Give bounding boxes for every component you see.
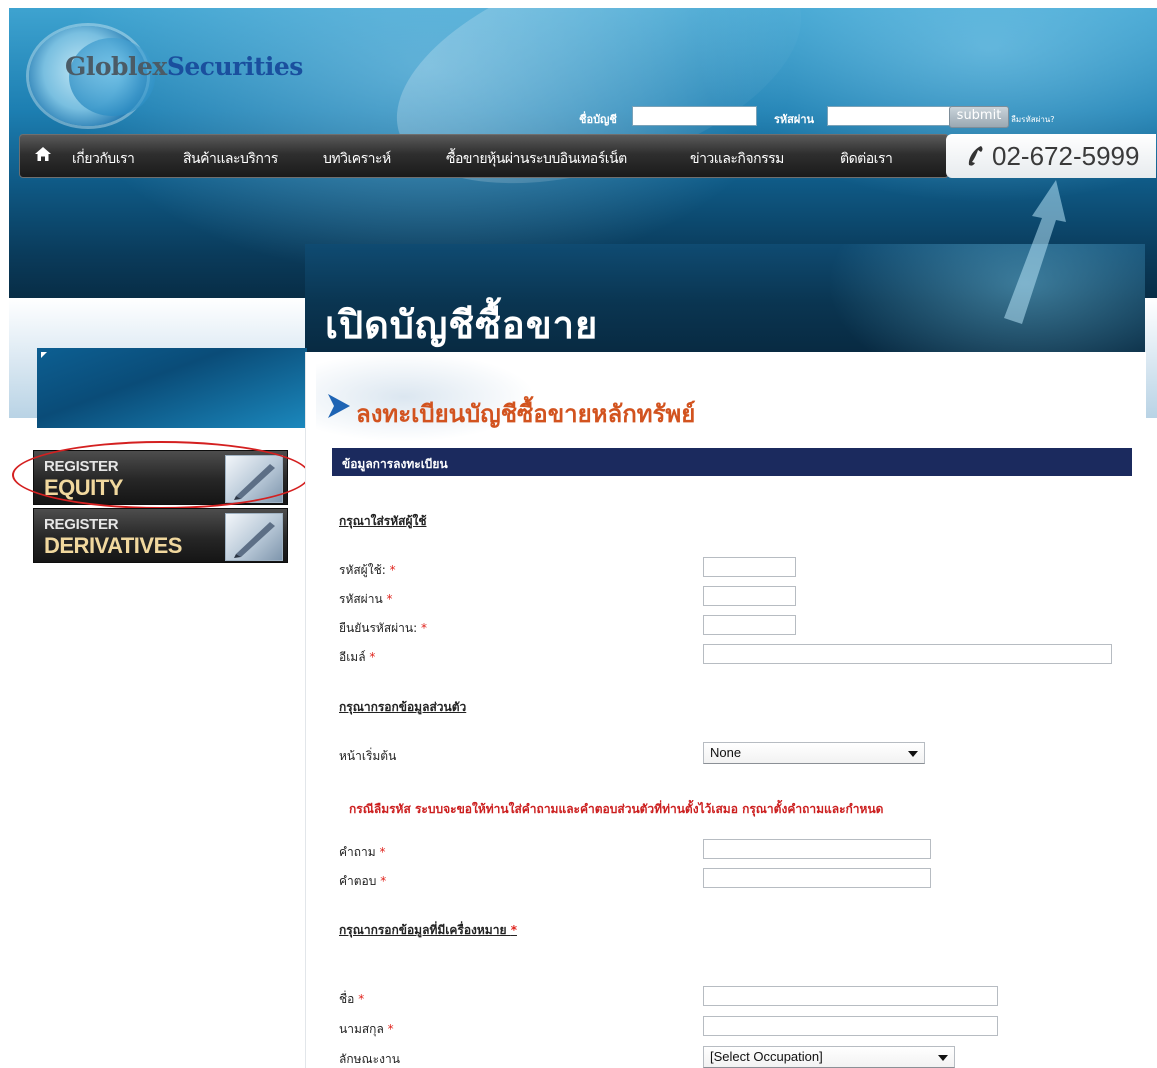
nav-online-trading[interactable]: ซื้อขายหุ้นผ่านระบบอินเทอร์เน็ต (446, 148, 627, 170)
nav-about[interactable]: เกี่ยวกับเรา (72, 148, 135, 170)
pen-document-icon (225, 513, 283, 561)
highlight-circle (12, 441, 310, 509)
password-field[interactable] (703, 586, 796, 606)
question-label: คำถาม * (339, 845, 386, 859)
page-title: เปิดบัญชีซื้อขาย (325, 303, 599, 347)
register-derivatives-main: DERIVATIVES (44, 533, 182, 558)
page: GloblexSecurities ชื่อบัญชี รหัสผ่าน sub… (9, 8, 1157, 1068)
last-name-label: นามสกุล * (339, 1022, 394, 1036)
chevron-down-icon (908, 751, 918, 757)
section-arrow-icon (328, 394, 350, 418)
register-derivatives-button[interactable]: REGISTER DERIVATIVES (33, 508, 288, 563)
nav-research[interactable]: บทวิเคราะห์ (323, 148, 391, 170)
growth-arrow-graphic (1004, 180, 1066, 324)
first-name-label: ชื่อ * (339, 992, 365, 1006)
security-question-note: กรณีลืมรหัส ระบบจะขอให้ท่านใส่คำถามและคำ… (349, 802, 884, 816)
register-derivatives-top: REGISTER (44, 516, 119, 533)
occupation-select-value: [Select Occupation] (710, 1049, 823, 1064)
confirm-password-field[interactable] (703, 615, 796, 635)
homepage-select[interactable]: None (703, 742, 925, 764)
main-nav: เกี่ยวกับเรา สินค้าและบริการ บทวิเคราะห์… (19, 134, 949, 178)
homepage-label: หน้าเริ่มต้น (339, 749, 397, 763)
login-bar: ชื่อบัญชี รหัสผ่าน submit ลืมรหัสผ่าน? (554, 106, 1114, 128)
occupation-label: ลักษณะงาน (339, 1052, 400, 1066)
first-name-field[interactable] (703, 986, 998, 1006)
logo-word-2: Securities (166, 52, 304, 81)
password-label: รหัสผ่าน (774, 113, 815, 126)
account-label: ชื่อบัญชี (579, 113, 617, 126)
registration-content: ลงทะเบียนบัญชีซื้อขายหลักทรัพย์ ข้อมูลกา… (305, 352, 1146, 1068)
nav-news[interactable]: ข่าวและกิจกรรม (690, 148, 784, 170)
home-icon[interactable] (34, 145, 52, 163)
username-label: รหัสผู้ใช้: * (339, 563, 396, 577)
forgot-password-link[interactable]: ลืมรหัสผ่าน? (1011, 113, 1055, 126)
form-header-bar: ข้อมูลการลงทะเบียน (332, 448, 1132, 476)
submit-button[interactable]: submit (949, 106, 1009, 128)
homepage-select-value: None (710, 745, 742, 760)
last-name-field[interactable] (703, 1016, 998, 1036)
logo-word-1: Globlex (65, 52, 167, 81)
personal-section-heading: กรุณากรอกข้อมูลส่วนตัว (339, 700, 467, 714)
user-section-heading: กรุณาใส่รหัสผู้ใช้ (339, 514, 427, 528)
section-title: ลงทะเบียนบัญชีซื้อขายหลักทรัพย์ (356, 400, 696, 428)
sidebar-banner (37, 348, 307, 428)
answer-label: คำตอบ * (339, 874, 387, 888)
phone-box: 02-672-5999 (946, 134, 1156, 178)
answer-field[interactable] (703, 868, 931, 888)
password-field-label: รหัสผ่าน * (339, 592, 393, 606)
chevron-down-icon (938, 1055, 948, 1061)
password-input[interactable] (827, 106, 952, 126)
logo[interactable]: GloblexSecurities (65, 52, 303, 81)
phone-icon (968, 146, 983, 166)
nav-contact[interactable]: ติดต่อเรา (840, 148, 893, 170)
occupation-select[interactable]: [Select Occupation] (703, 1046, 955, 1068)
email-field[interactable] (703, 644, 1112, 664)
marked-section-heading: กรุณากรอกข้อมูลที่มีเครื่องหมาย * (339, 923, 517, 937)
nav-products[interactable]: สินค้าและบริการ (183, 148, 278, 170)
account-input[interactable] (632, 106, 757, 126)
phone-number: 02-672-5999 (992, 141, 1140, 171)
confirm-password-label: ยืนยันรหัสผ่าน: * (339, 621, 427, 635)
username-input[interactable] (703, 557, 796, 577)
question-field[interactable] (703, 839, 931, 859)
email-label: อีเมล์ * (339, 650, 376, 664)
